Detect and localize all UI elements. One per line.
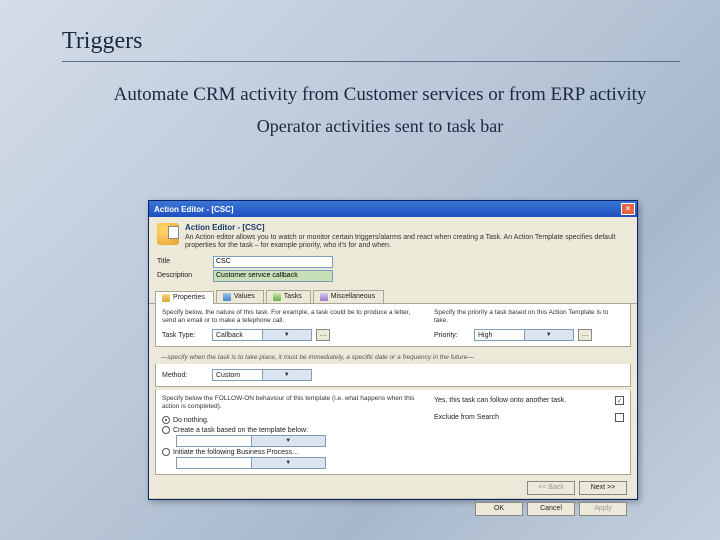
properties-panel-top: Specify below, the nature of this task. … xyxy=(155,304,631,347)
action-editor-dialog: Action Editor - [CSC] × Action Editor - … xyxy=(148,200,638,500)
radio-create-task-label: Create a task based on the template belo… xyxy=(173,427,308,434)
method-value: Custom xyxy=(213,372,262,379)
allow-followon-label: Yes, this task can follow onto another t… xyxy=(434,397,612,404)
allow-followon-checkbox[interactable]: ✓ xyxy=(615,396,624,405)
priority-help: Specify the priority a task based on thi… xyxy=(434,309,624,325)
exclude-search-checkbox[interactable] xyxy=(615,413,624,422)
radio-icon xyxy=(162,448,170,456)
radio-do-nothing[interactable]: Do nothing. xyxy=(162,415,426,425)
chevron-down-icon: ▼ xyxy=(262,330,312,340)
when-section-text: —specify when the task is to take place,… xyxy=(149,350,637,364)
description-label: Description xyxy=(157,272,209,279)
next-button[interactable]: Next >> xyxy=(579,481,627,495)
dialog-footer: OK Cancel Apply xyxy=(149,498,637,521)
tab-misc-label: Miscellaneous xyxy=(331,293,375,300)
slide-subtitle-1: Automate CRM activity from Customer serv… xyxy=(0,80,720,116)
values-icon xyxy=(223,293,231,301)
priority-value: High xyxy=(475,332,524,339)
close-button[interactable]: × xyxy=(621,203,635,215)
radio-create-task[interactable]: Create a task based on the template belo… xyxy=(162,425,426,435)
method-combo[interactable]: Custom ▼ xyxy=(212,369,312,381)
description-input[interactable] xyxy=(213,270,333,282)
radio-icon xyxy=(162,426,170,434)
followon-template-combo[interactable]: ▼ xyxy=(176,435,326,447)
wizard-nav: << Back Next >> xyxy=(149,478,637,498)
tab-tasks-label: Tasks xyxy=(284,293,302,300)
properties-icon xyxy=(162,294,170,302)
task-type-label: Task Type: xyxy=(162,332,208,339)
slide-title: Triggers xyxy=(0,0,720,61)
header-title: Action Editor - [CSC] xyxy=(185,223,629,232)
tab-properties-label: Properties xyxy=(173,294,205,301)
window-title: Action Editor - [CSC] xyxy=(154,205,234,214)
dialog-header: Action Editor - [CSC] An Action editor a… xyxy=(149,217,637,255)
chevron-down-icon: ▼ xyxy=(524,330,574,340)
method-label: Method: xyxy=(162,372,208,379)
title-divider xyxy=(62,61,680,62)
tab-tasks[interactable]: Tasks xyxy=(266,290,311,303)
tab-strip: Properties Values Tasks Miscellaneous xyxy=(149,286,637,304)
apply-button[interactable]: Apply xyxy=(579,502,627,516)
followon-panel: Specify below the FOLLOW-ON behaviour of… xyxy=(155,390,631,475)
radio-do-nothing-label: Do nothing. xyxy=(173,417,209,424)
title-input[interactable] xyxy=(213,256,333,268)
action-editor-icon xyxy=(157,223,179,245)
task-type-browse-button[interactable]: … xyxy=(316,329,330,341)
radio-initiate-process[interactable]: Initiate the following Business Process… xyxy=(162,447,426,457)
chevron-down-icon: ▼ xyxy=(251,436,326,446)
priority-label: Priority: xyxy=(434,332,470,339)
task-type-combo[interactable]: Callback ▼ xyxy=(212,329,312,341)
tab-properties[interactable]: Properties xyxy=(155,291,214,304)
method-panel: Method: Custom ▼ xyxy=(155,364,631,387)
slide-subtitle-2: Operator activities sent to task bar xyxy=(0,116,720,147)
titlebar[interactable]: Action Editor - [CSC] × xyxy=(149,201,637,217)
task-type-value: Callback xyxy=(213,332,262,339)
tab-values-label: Values xyxy=(234,293,255,300)
task-type-help: Specify below, the nature of this task. … xyxy=(162,309,426,325)
radio-initiate-process-label: Initiate the following Business Process… xyxy=(173,449,299,456)
chevron-down-icon: ▼ xyxy=(251,458,326,468)
title-label: Title xyxy=(157,258,209,265)
cancel-button[interactable]: Cancel xyxy=(527,502,575,516)
priority-combo[interactable]: High ▼ xyxy=(474,329,574,341)
exclude-search-label: Exclude from Search xyxy=(434,414,612,421)
followon-help: Specify below the FOLLOW-ON behaviour of… xyxy=(162,395,426,411)
back-button[interactable]: << Back xyxy=(527,481,575,495)
followon-process-combo[interactable]: ▼ xyxy=(176,457,326,469)
tasks-icon xyxy=(273,293,281,301)
tab-miscellaneous[interactable]: Miscellaneous xyxy=(313,290,384,303)
header-description: An Action editor allows you to watch or … xyxy=(185,234,629,251)
priority-browse-button[interactable]: … xyxy=(578,329,592,341)
chevron-down-icon: ▼ xyxy=(262,370,312,380)
tab-values[interactable]: Values xyxy=(216,290,264,303)
misc-icon xyxy=(320,293,328,301)
ok-button[interactable]: OK xyxy=(475,502,523,516)
radio-icon xyxy=(162,416,170,424)
